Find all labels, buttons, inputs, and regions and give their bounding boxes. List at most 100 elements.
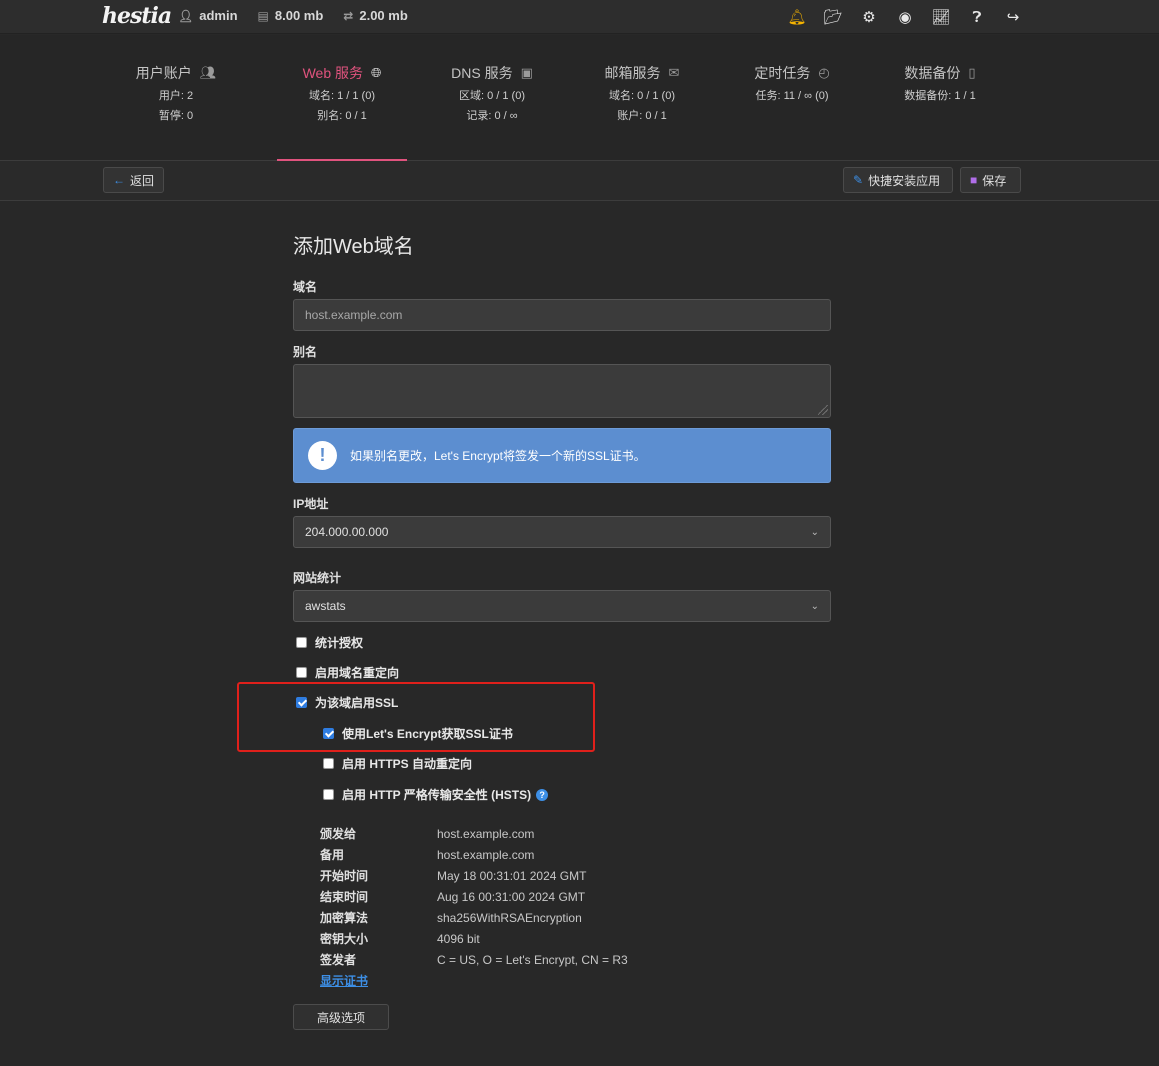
domain-input[interactable]: host.example.com	[293, 299, 831, 331]
certificate-details: 颁发给 host.example.com 备用 host.example.com 开…	[320, 823, 628, 970]
checkbox-box[interactable]	[323, 789, 334, 800]
nav-label: 定时任务	[754, 65, 811, 81]
show-certificate-link[interactable]: 显示证书	[320, 972, 368, 989]
arrow-left-icon: ←	[113, 173, 125, 187]
cert-row: 结束时间 Aug 16 00:31:00 2024 GMT	[320, 886, 628, 907]
account-stats: 👤︎ admin ▤ 8.00 mb ⇄ 2.00 mb	[178, 8, 408, 23]
nav-stat: 域名: 0 / 1 (0)	[608, 90, 676, 102]
cert-row: 颁发给 host.example.com	[320, 823, 628, 844]
gear-icon[interactable]: ⚙	[851, 6, 887, 28]
resize-grip[interactable]	[818, 405, 828, 415]
nav-cron[interactable]: 定时任务 ◴ 任务: 11 / ∞ (0)	[727, 35, 857, 161]
quick-install-label: 快捷安装应用	[868, 173, 941, 188]
cert-key: 签发者	[320, 953, 357, 967]
transfer-icon: ⇄	[343, 8, 354, 23]
nav-stat: 账户: 0 / 1	[617, 110, 667, 122]
help-icon[interactable]: ❓︎	[959, 6, 995, 28]
main-nav: 用户账户 👥︎ 用户: 2 暂停: 0 Web 服务 🌐︎ 域名: 1 / 1 (0…	[0, 35, 1159, 162]
chevron-down-icon: ⌄	[810, 526, 819, 538]
ip-value: 204.000.00.000	[305, 525, 389, 539]
nav-label: Web 服务	[302, 65, 364, 81]
highlight-box	[237, 682, 595, 752]
nav-stat: 别名: 0 / 1	[317, 110, 367, 122]
disk-icon: ▤	[257, 8, 269, 23]
nav-label: 用户账户	[135, 65, 192, 81]
nav-stat: 用户: 2	[158, 90, 194, 102]
cert-value: sha256WithRSAEncryption	[437, 910, 582, 925]
top-bar: hestia 👤︎ admin ▤ 8.00 mb ⇄ 2.00 mb 🔔︎ 📂…	[0, 0, 1159, 34]
quick-install-button[interactable]: ✎ 快捷安装应用	[843, 167, 953, 193]
nav-backup[interactable]: 数据备份 ▯ 数据备份: 1 / 1	[875, 35, 1005, 161]
nav-dns[interactable]: DNS 服务 ▣ 区域: 0 / 1 (0) 记录: 0 / ∞	[427, 35, 557, 161]
logout-icon[interactable]: ↪	[995, 6, 1031, 28]
hestia-logo[interactable]: hestia	[102, 3, 172, 29]
alias-textarea[interactable]	[293, 364, 831, 418]
chart-icon[interactable]: 📈︎	[923, 6, 959, 28]
nav-stat: 域名: 1 / 1 (0)	[308, 90, 376, 102]
pencil-icon: ✎	[853, 173, 864, 187]
nav-users[interactable]: 用户账户 👥︎ 用户: 2 暂停: 0	[111, 35, 241, 161]
cert-value: host.example.com	[437, 847, 535, 862]
folder-icon[interactable]: 📂︎	[815, 6, 851, 28]
nav-stat: 数据备份: 1 / 1	[904, 90, 976, 102]
checkbox-box[interactable]	[296, 637, 307, 648]
cert-value: C = US, O = Let's Encrypt, CN = R3	[437, 952, 628, 967]
stats-select[interactable]: awstats ⌄	[293, 590, 831, 622]
nav-stat: 任务: 11 / ∞ (0)	[755, 90, 829, 102]
cert-row: 签发者 C = US, O = Let's Encrypt, CN = R3	[320, 949, 628, 970]
https-redirect-checkbox[interactable]: 启用 HTTPS 自动重定向	[323, 755, 472, 772]
clock-icon: ◴	[818, 65, 830, 80]
bandwidth-usage: 2.00 mb	[359, 8, 408, 23]
domain-label: 域名	[293, 280, 318, 294]
account-icon[interactable]: ◉	[887, 6, 923, 28]
hsts-checkbox[interactable]: 启用 HTTP 严格传输安全性 (HSTS) ?	[323, 786, 549, 803]
cert-key: 结束时间	[320, 890, 369, 904]
cert-key: 备用	[320, 848, 345, 862]
disk-usage: 8.00 mb	[274, 8, 324, 23]
nav-label: 数据备份	[904, 65, 961, 81]
nav-mail[interactable]: 邮箱服务 ✉ 域名: 0 / 1 (0) 账户: 0 / 1	[577, 35, 707, 161]
cert-key: 加密算法	[320, 911, 369, 925]
cert-key: 开始时间	[320, 869, 369, 883]
stats-label: 网站统计	[293, 571, 342, 585]
users-icon: 👥︎	[199, 65, 217, 80]
nav-stat: 记录: 0 / ∞	[466, 110, 518, 122]
bell-icon[interactable]: 🔔︎	[779, 6, 815, 28]
redirect-checkbox[interactable]: 启用域名重定向	[296, 664, 399, 681]
back-button[interactable]: ← 返回	[103, 167, 164, 193]
save-button[interactable]: ■ 保存	[960, 167, 1021, 193]
file-icon: ▯	[968, 65, 976, 80]
user-icon: 👤︎	[178, 8, 194, 23]
cert-value: 4096 bit	[437, 931, 480, 946]
chevron-down-icon: ⌄	[810, 600, 819, 612]
cert-row: 加密算法 sha256WithRSAEncryption	[320, 907, 628, 928]
cert-row: 开始时间 May 18 00:31:01 2024 GMT	[320, 865, 628, 886]
checkbox-label: 启用 HTTP 严格传输安全性 (HSTS)	[342, 788, 532, 802]
cert-value: May 18 00:31:01 2024 GMT	[437, 868, 587, 883]
alert-text: 如果别名更改，Let's Encrypt将签发一个新的SSL证书。	[350, 449, 646, 463]
username: admin	[199, 8, 238, 23]
nav-stat: 暂停: 0	[158, 110, 194, 122]
exclamation-icon: !	[308, 441, 337, 470]
checkbox-label: 启用域名重定向	[315, 666, 400, 680]
stats-auth-checkbox[interactable]: 统计授权	[296, 634, 363, 651]
stats-value: awstats	[305, 599, 346, 613]
nav-label: 邮箱服务	[604, 65, 661, 81]
nav-label: DNS 服务	[451, 65, 513, 81]
alias-label: 别名	[293, 345, 318, 359]
toolbar: ← 返回 ✎ 快捷安装应用 ■ 保存	[0, 161, 1159, 201]
save-label: 保存	[982, 173, 1007, 188]
checkbox-box[interactable]	[296, 667, 307, 678]
advanced-options-button[interactable]: 高级选项	[293, 1004, 389, 1030]
book-icon: ▣	[520, 65, 533, 80]
mail-icon: ✉	[668, 65, 680, 80]
checkbox-label: 统计授权	[315, 636, 364, 650]
cert-key: 颁发给	[320, 827, 357, 841]
checkbox-label: 启用 HTTPS 自动重定向	[342, 757, 473, 771]
ip-label: IP地址	[293, 497, 329, 511]
domain-placeholder: host.example.com	[305, 308, 403, 322]
checkbox-box[interactable]	[323, 758, 334, 769]
nav-web[interactable]: Web 服务 🌐︎ 域名: 1 / 1 (0) 别名: 0 / 1	[277, 35, 407, 162]
help-circle-icon[interactable]: ?	[536, 788, 549, 801]
ip-select[interactable]: 204.000.00.000 ⌄	[293, 516, 831, 548]
